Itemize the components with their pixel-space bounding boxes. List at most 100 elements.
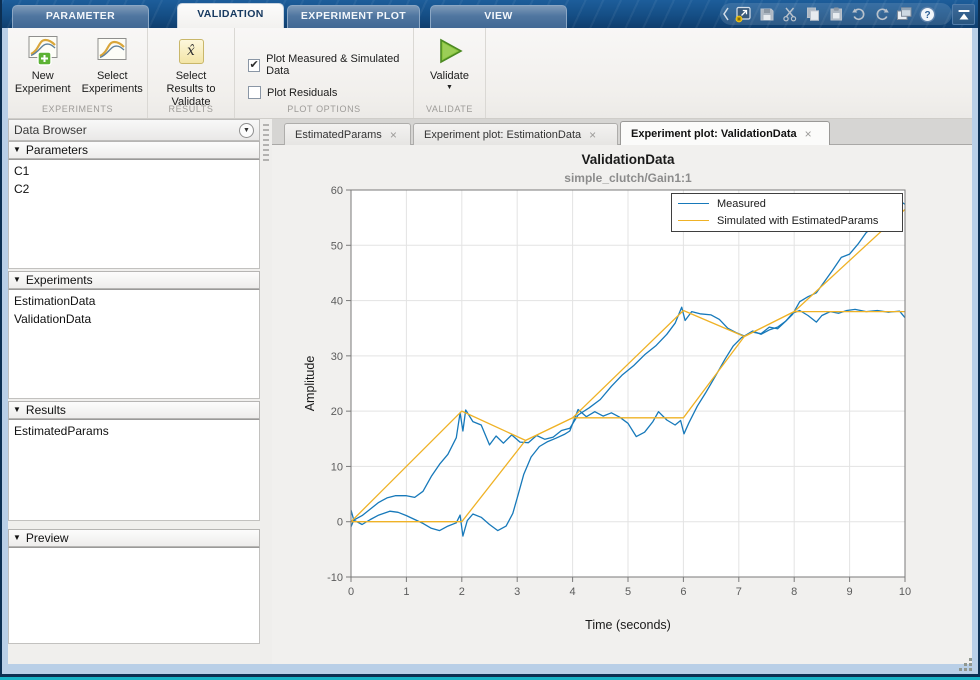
plot-legend: Measured Simulated with EstimatedParams	[671, 193, 903, 232]
dropdown-caret-icon[interactable]: ▼	[446, 84, 453, 91]
list-item-validationdata[interactable]: ValidationData	[9, 310, 259, 328]
undo-icon	[847, 4, 870, 24]
legend-line-sample	[678, 220, 709, 221]
y-tick-label: 30	[331, 351, 343, 363]
copy-icon	[801, 4, 824, 24]
toolbar-group-label: RESULTS	[168, 104, 214, 114]
x-tick-label: 10	[899, 586, 911, 598]
data-browser-panel: Data Browser ▼ ▼ Parameters C1 C2 ▼ Experimen…	[8, 119, 260, 664]
y-tick-label: 20	[331, 406, 343, 418]
toolbar-group-label: VALIDATE	[426, 104, 473, 114]
checkbox-plot-measured-simulated-data[interactable]: ✔ Plot Measured & Simulated Data	[248, 53, 413, 77]
section-label: Parameters	[25, 143, 88, 157]
toolbar-group-plot-options: ✔ Plot Measured & Simulated Data Plot Resi…	[235, 28, 414, 118]
document-tab-estimatedparams[interactable]: EstimatedParams ×	[284, 123, 411, 145]
x-tick-label: 6	[680, 586, 686, 598]
document-tab-bar: EstimatedParams × Experiment plot: Estimat…	[272, 119, 972, 145]
section-header-results[interactable]: ▼ Results	[8, 401, 260, 419]
section-label: Experiments	[25, 273, 93, 287]
collapse-triangle-icon[interactable]: ▼	[13, 406, 21, 414]
collapse-triangle-icon[interactable]: ▼	[13, 146, 21, 154]
y-tick-label: -10	[327, 572, 343, 584]
results-list: EstimatedParams	[8, 419, 260, 521]
plot-title: ValidationData	[581, 152, 675, 167]
parameters-list: C1 C2	[8, 159, 260, 269]
minimize-ribbon-button[interactable]	[952, 4, 975, 25]
ribbon-tab-validation[interactable]: VALIDATION	[177, 3, 284, 28]
document-tab-label: EstimatedParams	[295, 128, 382, 141]
save-icon	[755, 4, 778, 24]
validate-button[interactable]: Validate ▼	[414, 33, 485, 92]
collapse-triangle-icon[interactable]: ▼	[13, 276, 21, 284]
list-item-estimationdata[interactable]: EstimationData	[9, 292, 259, 310]
checkbox-label: Plot Residuals	[267, 86, 338, 99]
toolbar-group-results: x̂ Select Results to Validate RESULTS	[148, 28, 235, 118]
list-item-c2[interactable]: C2	[9, 180, 259, 198]
experiments-list: EstimationData ValidationData	[8, 289, 260, 399]
checkbox-plot-residuals[interactable]: Plot Residuals	[248, 86, 413, 99]
splitter-grab-handle[interactable]	[263, 124, 269, 162]
list-item-c1[interactable]: C1	[9, 162, 259, 180]
toolbar-button-label: New Experiment	[14, 70, 71, 95]
section-header-preview[interactable]: ▼ Preview	[8, 529, 260, 547]
collapse-triangle-icon[interactable]: ▼	[13, 534, 21, 542]
checked-checkbox-icon[interactable]: ✔	[248, 58, 261, 72]
close-tab-icon[interactable]: ×	[805, 128, 812, 140]
app-window: PARAMETER ESTIMATIONVALIDATIONEXPERIMENT…	[0, 0, 980, 680]
new-window-icon[interactable]	[732, 4, 755, 24]
unchecked-checkbox-icon[interactable]	[248, 86, 261, 99]
select-results-to-validate-button[interactable]: x̂ Select Results to Validate	[155, 33, 227, 110]
list-item-estimatedparams[interactable]: EstimatedParams	[9, 422, 259, 440]
section-header-experiments[interactable]: ▼ Experiments	[8, 271, 260, 289]
ribbon-tab-view[interactable]: VIEW	[430, 5, 567, 28]
plot-subtitle: simple_clutch/Gain1:1	[564, 171, 692, 185]
x-tick-label: 7	[736, 586, 742, 598]
toolbar-button-label: Select Experiments	[81, 70, 143, 95]
xhat-icon: x̂	[178, 34, 204, 68]
collapse-ribbon-icon	[958, 9, 969, 19]
legend-line-sample	[678, 203, 709, 204]
ribbon-tab-parameter-estimation[interactable]: PARAMETER ESTIMATION	[12, 5, 149, 43]
close-tab-icon[interactable]: ×	[390, 129, 397, 141]
y-tick-label: 0	[337, 517, 343, 529]
x-tick-label: 1	[403, 586, 409, 598]
window-resize-grip[interactable]	[958, 656, 974, 672]
y-axis-label: Amplitude	[303, 356, 317, 412]
document-tab-label: Experiment plot: ValidationData	[631, 127, 797, 140]
x-tick-label: 5	[625, 586, 631, 598]
y-tick-label: 50	[331, 240, 343, 252]
panel-menu-button[interactable]: ▼	[239, 122, 254, 138]
checkbox-label: Plot Measured & Simulated Data	[266, 53, 400, 77]
toolbar-group-label: PLOT OPTIONS	[287, 104, 361, 114]
x-axis-label: Time (seconds)	[585, 618, 671, 632]
x-tick-label: 0	[348, 586, 354, 598]
help-icon[interactable]: ?	[916, 4, 939, 24]
legend-label: Simulated with EstimatedParams	[717, 214, 879, 227]
toolbar-group-experiments: New Experiment Select Experiments EXPERIME…	[8, 28, 148, 118]
x-tick-label: 4	[570, 586, 576, 598]
select-experiments-icon	[95, 34, 129, 68]
chevron-left-icon[interactable]	[722, 6, 730, 22]
redo-icon	[870, 4, 893, 24]
window-layout-icon[interactable]	[893, 4, 916, 24]
window-border-left	[0, 0, 2, 680]
toolbar-button-label: Validate	[430, 70, 469, 82]
paste-icon	[824, 4, 847, 24]
select-experiments-button[interactable]: Select Experiments	[78, 33, 148, 97]
section-label: Results	[25, 403, 66, 417]
document-tab-label: Experiment plot: EstimationData	[424, 128, 582, 141]
toolbar-group-label: EXPERIMENTS	[41, 104, 114, 114]
document-tab-experiment-plot-estimationdata[interactable]: Experiment plot: EstimationData ×	[413, 123, 618, 145]
section-label: Preview	[25, 531, 69, 545]
preview-list	[8, 547, 260, 644]
ribbon-toolbar: New Experiment Select Experiments EXPERIME…	[8, 28, 972, 119]
ribbon-tab-experiment-plot[interactable]: EXPERIMENT PLOT	[287, 5, 420, 28]
x-tick-label: 2	[459, 586, 465, 598]
document-tab-experiment-plot-validationdata[interactable]: Experiment plot: ValidationData ×	[620, 121, 830, 145]
section-header-parameters[interactable]: ▼ Parameters	[8, 141, 260, 159]
new-experiment-button[interactable]: New Experiment	[8, 33, 78, 97]
legend-entry: Measured	[678, 196, 896, 211]
panel-splitter[interactable]	[260, 119, 272, 664]
close-tab-icon[interactable]: ×	[589, 129, 596, 141]
cut-icon	[778, 4, 801, 24]
